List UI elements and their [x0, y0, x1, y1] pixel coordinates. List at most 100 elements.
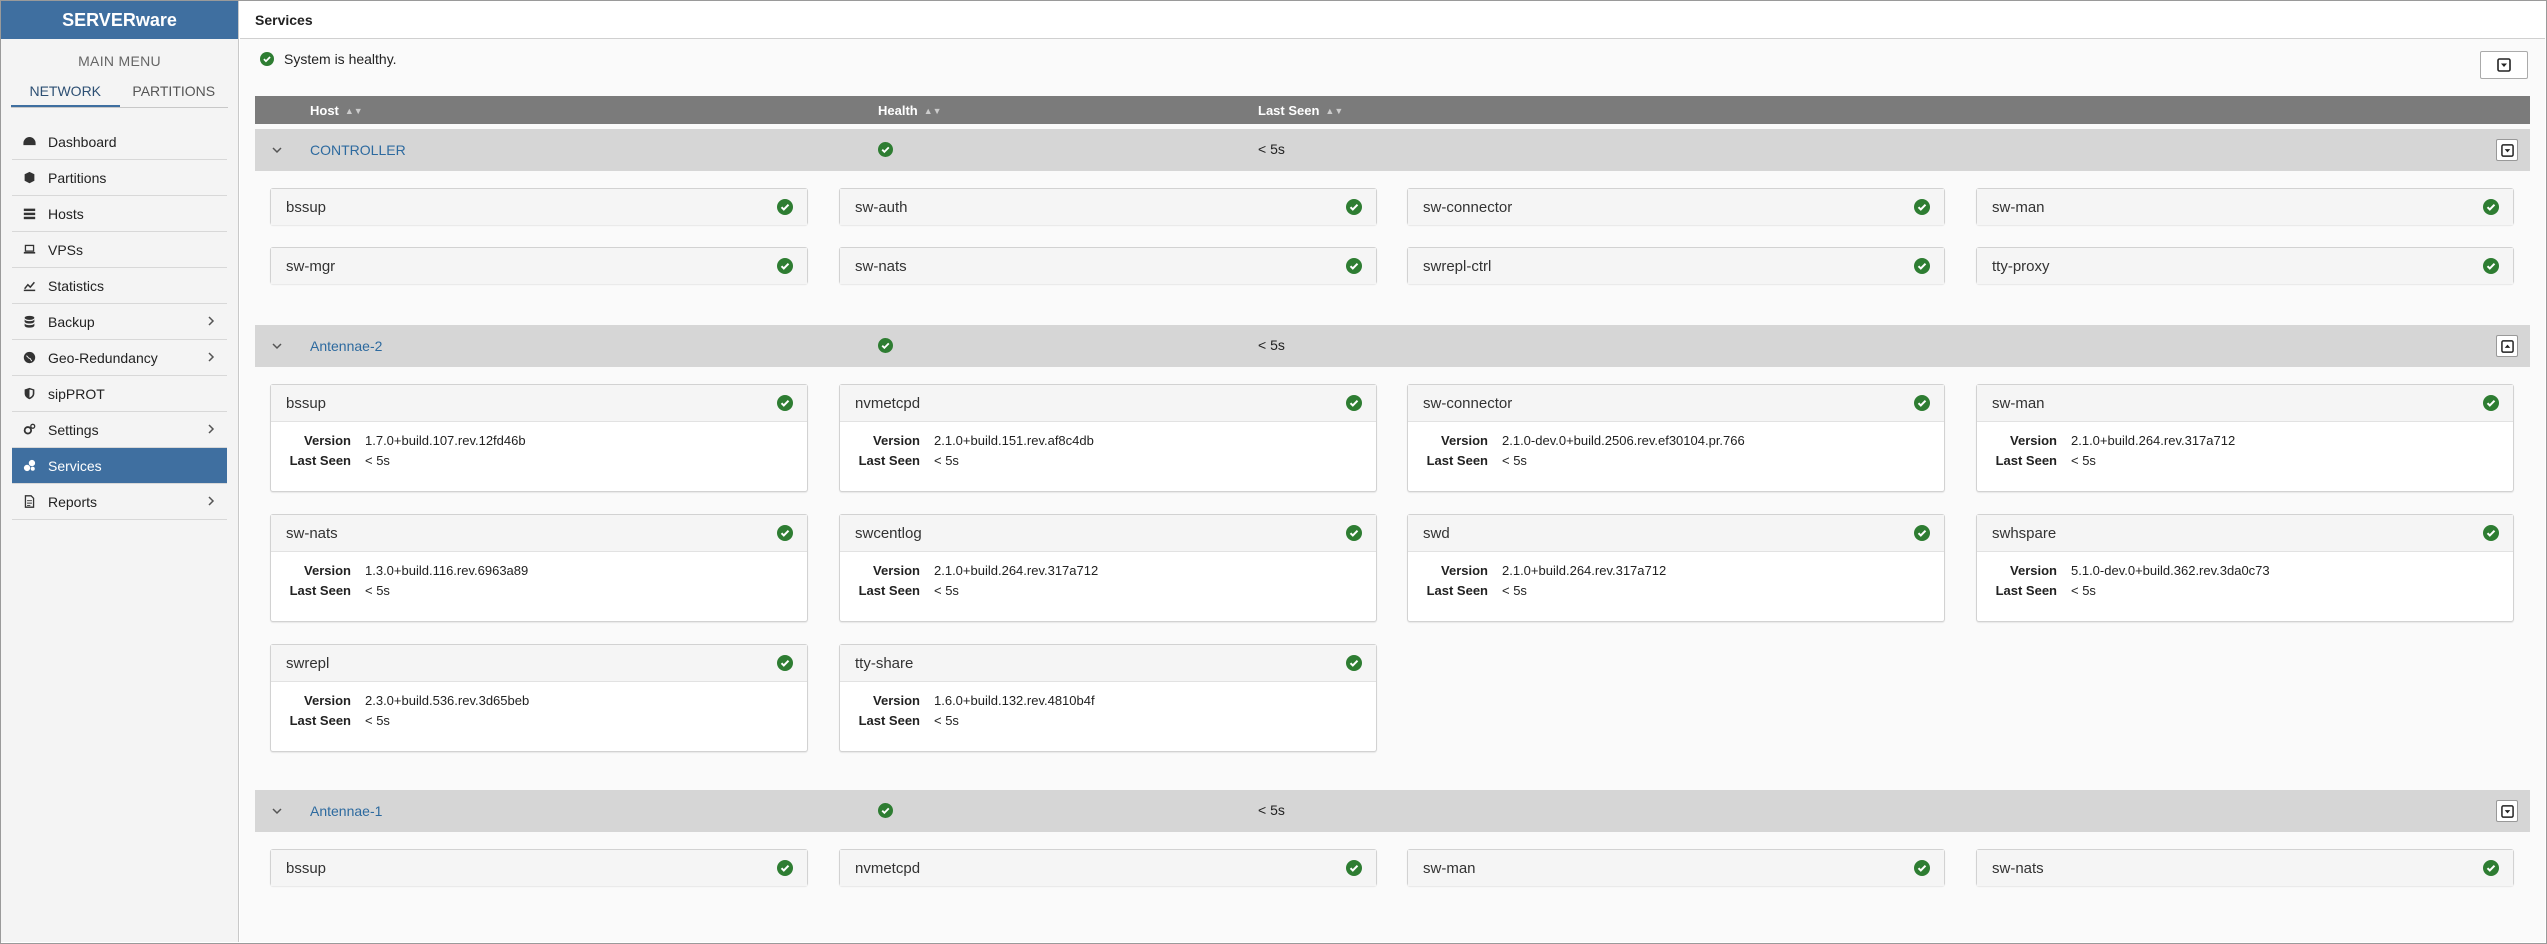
database-icon [22, 315, 36, 329]
last-seen-row: Last Seen < 5s [1977, 450, 2513, 470]
sidebar-item-vpss[interactable]: VPSs [12, 232, 227, 268]
chevron-down-icon[interactable] [270, 339, 284, 353]
last-seen-row: Last Seen < 5s [840, 450, 1376, 470]
service-card-header: nvmetcpd [840, 385, 1376, 422]
sort-icon: ▲▼ [1325, 105, 1344, 116]
host-name-link[interactable]: Antennae-1 [310, 803, 382, 819]
host-name-link[interactable]: CONTROLLER [310, 142, 406, 158]
chevron-right-icon [208, 316, 215, 326]
service-card-header: sw-nats [271, 515, 807, 552]
sidebar-item-partitions[interactable]: Partitions [12, 160, 227, 196]
last-seen-label: Last Seen [858, 582, 920, 598]
service-card[interactable]: nvmetcpd Version 2.1.0+build.151.rev.af8c4… [839, 384, 1377, 492]
health-ok-icon [777, 258, 793, 274]
main-content: Services System is healthy. Host ▲▼ Healt… [240, 1, 2545, 942]
service-name: swrepl-ctrl [1423, 257, 1492, 275]
sidebar-item-sipprot[interactable]: sipPROT [12, 376, 227, 412]
last-seen-label: Last Seen [1426, 452, 1488, 468]
service-card[interactable]: sw-nats [839, 247, 1377, 284]
menu-tabs: NETWORK PARTITIONS [11, 79, 228, 108]
chevron-down-icon[interactable] [270, 143, 284, 157]
service-card[interactable]: swcentlog Version 2.1.0+build.264.rev.317a… [839, 514, 1377, 622]
column-header-health[interactable]: Health ▲▼ [878, 103, 942, 118]
service-card[interactable]: sw-auth [839, 188, 1377, 225]
service-name: sw-man [1992, 198, 2045, 216]
service-card[interactable]: sw-connector [1407, 188, 1945, 225]
toggle-details-button[interactable] [2496, 139, 2518, 161]
service-card[interactable]: bssup [270, 849, 808, 886]
caret-down-square-icon [2497, 58, 2511, 72]
host-name-link[interactable]: Antennae-2 [310, 338, 382, 354]
chevron-right-icon [208, 424, 215, 434]
service-card[interactable]: sw-connector Version 2.1.0-dev.0+build.250… [1407, 384, 1945, 492]
service-card[interactable]: sw-nats Version 1.3.0+build.116.rev.6963a8… [270, 514, 808, 622]
service-card-header: tty-proxy [1977, 248, 2513, 284]
sidebar-item-backup[interactable]: Backup [12, 304, 227, 340]
chevron-down-icon[interactable] [270, 804, 284, 818]
sidebar-item-reports[interactable]: Reports [12, 484, 227, 520]
version-row: Version 2.1.0+build.264.rev.317a712 [840, 560, 1376, 580]
service-card-header: sw-auth [840, 189, 1376, 225]
service-card[interactable]: nvmetcpd [839, 849, 1377, 886]
service-card-header: swrepl [271, 645, 807, 682]
health-ok-icon [1914, 258, 1930, 274]
service-card[interactable]: bssup [270, 188, 808, 225]
service-card[interactable]: tty-proxy [1976, 247, 2514, 284]
host-group-row[interactable]: Antennae-1 < 5s [255, 790, 2530, 832]
health-ok-icon [2483, 395, 2499, 411]
service-card-header: sw-connector [1408, 189, 1944, 225]
service-card[interactable]: sw-man [1976, 188, 2514, 225]
sidebar-item-geo-redundancy[interactable]: Geo-Redundancy [12, 340, 227, 376]
sidebar-item-statistics[interactable]: Statistics [12, 268, 227, 304]
column-header-last-seen[interactable]: Last Seen ▲▼ [1258, 103, 1343, 118]
host-group-row[interactable]: Antennae-2 < 5s [255, 325, 2530, 367]
service-card[interactable]: sw-nats [1976, 849, 2514, 886]
health-ok-icon [2483, 860, 2499, 876]
collapse-all-button[interactable] [2480, 51, 2528, 79]
sidebar-item-label: Dashboard [48, 133, 117, 150]
sidebar-item-hosts[interactable]: Hosts [12, 196, 227, 232]
service-card-header: bssup [271, 385, 807, 422]
service-card[interactable]: swrepl-ctrl [1407, 247, 1945, 284]
health-ok-icon [878, 142, 893, 157]
services-icon [22, 459, 36, 473]
globe-icon [22, 351, 36, 365]
tab-network[interactable]: NETWORK [11, 79, 120, 107]
service-card[interactable]: sw-man Version 2.1.0+build.264.rev.317a712… [1976, 384, 2514, 492]
version-label: Version [304, 562, 351, 578]
service-card[interactable]: sw-mgr [270, 247, 808, 284]
health-ok-icon [1346, 860, 1362, 876]
service-card[interactable]: swhspare Version 5.1.0-dev.0+build.362.rev… [1976, 514, 2514, 622]
service-card[interactable]: tty-share Version 1.6.0+build.132.rev.4810… [839, 644, 1377, 752]
sidebar-item-settings[interactable]: Settings [12, 412, 227, 448]
version-label: Version [304, 432, 351, 448]
service-name: sw-auth [855, 198, 908, 216]
health-ok-icon [1346, 395, 1362, 411]
service-card[interactable]: sw-man [1407, 849, 1945, 886]
sidebar-item-dashboard[interactable]: Dashboard [12, 124, 227, 160]
last-seen-label: Last Seen [858, 712, 920, 728]
service-card-header: sw-man [1977, 385, 2513, 422]
service-name: swhspare [1992, 524, 2057, 542]
toggle-details-button[interactable] [2496, 800, 2518, 822]
column-header-host[interactable]: Host ▲▼ [310, 103, 363, 118]
host-group-row[interactable]: CONTROLLER < 5s [255, 129, 2530, 171]
toggle-details-button[interactable] [2496, 335, 2518, 357]
service-card[interactable]: bssup Version 1.7.0+build.107.rev.12fd46b L… [270, 384, 808, 492]
sidebar-item-services[interactable]: Services [12, 448, 227, 484]
service-card[interactable]: swd Version 2.1.0+build.264.rev.317a712 Las… [1407, 514, 1945, 622]
service-card-header: sw-man [1408, 850, 1944, 886]
service-card-header: tty-share [840, 645, 1376, 682]
check-circle-icon [260, 52, 274, 66]
sidebar-item-label: sipPROT [48, 385, 105, 402]
sidebar-item-label: Geo-Redundancy [48, 349, 158, 366]
health-ok-icon [1346, 525, 1362, 541]
dashboard-icon [22, 135, 36, 149]
last-seen-label: Last Seen [1426, 582, 1488, 598]
last-seen-label: Last Seen [1995, 582, 2057, 598]
service-card[interactable]: swrepl Version 2.3.0+build.536.rev.3d65beb… [270, 644, 808, 752]
health-ok-icon [2483, 258, 2499, 274]
version-row: Version 1.7.0+build.107.rev.12fd46b [271, 430, 807, 450]
tab-partitions[interactable]: PARTITIONS [120, 79, 229, 107]
report-icon [22, 495, 36, 509]
